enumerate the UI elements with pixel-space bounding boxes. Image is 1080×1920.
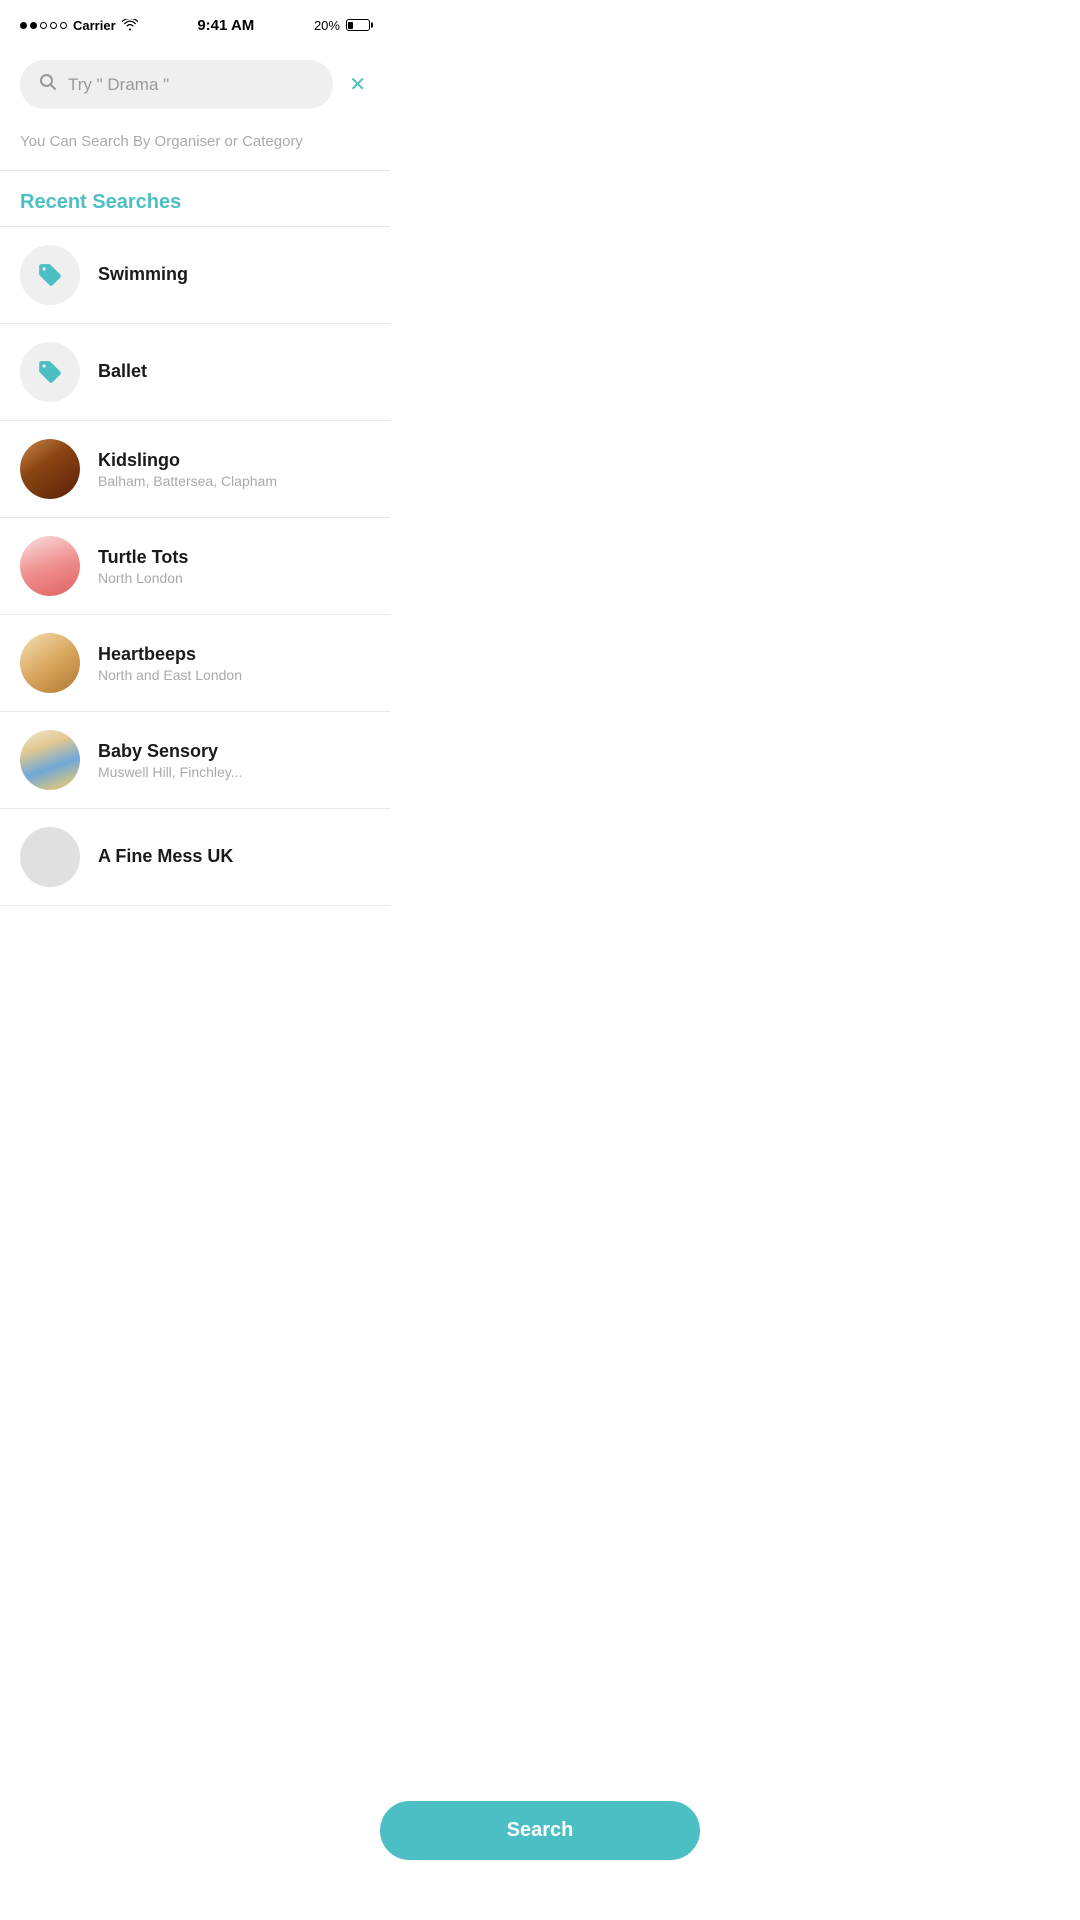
- organiser-avatar: [20, 730, 80, 790]
- list-divider: [0, 905, 390, 906]
- category-avatar: [20, 342, 80, 402]
- item-info: Turtle Tots North London: [98, 547, 370, 586]
- avatar-image-kidslingo: [20, 439, 80, 499]
- item-info: Kidslingo Balham, Battersea, Clapham: [98, 450, 370, 489]
- item-info: A Fine Mess UK: [98, 846, 370, 869]
- item-title: Ballet: [98, 361, 370, 382]
- item-subtitle: Muswell Hill, Finchley...: [98, 764, 370, 780]
- organiser-avatar: [20, 439, 80, 499]
- signal-dots: [20, 22, 67, 29]
- list-item[interactable]: Baby Sensory Muswell Hill, Finchley...: [0, 712, 390, 808]
- search-hint: You Can Search By Organiser or Category: [0, 125, 390, 170]
- search-placeholder[interactable]: Try " Drama ": [68, 75, 315, 95]
- item-title: Swimming: [98, 264, 370, 285]
- category-avatar: [20, 245, 80, 305]
- status-left: Carrier: [20, 18, 138, 33]
- battery-percent: 20%: [314, 18, 340, 33]
- recent-searches-list: Swimming Ballet Kidslingo: [0, 227, 390, 906]
- search-button[interactable]: Search: [380, 1801, 700, 1860]
- status-bar: Carrier 9:41 AM 20%: [0, 0, 390, 44]
- list-item[interactable]: Heartbeeps North and East London: [0, 615, 390, 711]
- item-title: Heartbeeps: [98, 644, 370, 665]
- list-item[interactable]: A Fine Mess UK: [0, 809, 390, 905]
- tag-icon: [37, 359, 63, 385]
- carrier-label: Carrier: [73, 18, 116, 33]
- signal-dot-3: [40, 22, 47, 29]
- avatar-image-heartbeeps: [20, 633, 80, 693]
- item-subtitle: Balham, Battersea, Clapham: [98, 473, 370, 489]
- item-info: Ballet: [98, 361, 370, 384]
- list-item[interactable]: Ballet: [0, 324, 390, 420]
- signal-dot-4: [50, 22, 57, 29]
- search-button-container: Search: [380, 1801, 700, 1860]
- avatar-image-turtletots: [20, 536, 80, 596]
- avatar-image-afinemess: [20, 827, 80, 887]
- status-time: 9:41 AM: [197, 17, 254, 34]
- signal-dot-1: [20, 22, 27, 29]
- signal-dot-5: [60, 22, 67, 29]
- search-bar[interactable]: Try " Drama ": [20, 60, 333, 109]
- list-item[interactable]: Swimming: [0, 227, 390, 323]
- wifi-icon: [122, 19, 138, 31]
- item-info: Baby Sensory Muswell Hill, Finchley...: [98, 741, 370, 780]
- search-container: Try " Drama " ✕: [0, 44, 390, 125]
- signal-dot-2: [30, 22, 37, 29]
- organiser-avatar: [20, 633, 80, 693]
- search-icon: [38, 72, 58, 97]
- organiser-avatar: [20, 536, 80, 596]
- status-right: 20%: [314, 18, 370, 33]
- item-subtitle: North London: [98, 570, 370, 586]
- item-title: Kidslingo: [98, 450, 370, 471]
- item-info: Heartbeeps North and East London: [98, 644, 370, 683]
- item-info: Swimming: [98, 264, 370, 287]
- item-title: Turtle Tots: [98, 547, 370, 568]
- avatar-image-babysensory: [20, 730, 80, 790]
- item-title: A Fine Mess UK: [98, 846, 370, 867]
- organiser-avatar: [20, 827, 80, 887]
- item-subtitle: North and East London: [98, 667, 370, 683]
- tag-icon: [37, 262, 63, 288]
- battery-icon: [346, 19, 370, 31]
- item-title: Baby Sensory: [98, 741, 370, 762]
- close-button[interactable]: ✕: [345, 68, 370, 101]
- list-item[interactable]: Kidslingo Balham, Battersea, Clapham: [0, 421, 390, 517]
- recent-searches-header: Recent Searches: [0, 171, 390, 226]
- list-item[interactable]: Turtle Tots North London: [0, 518, 390, 614]
